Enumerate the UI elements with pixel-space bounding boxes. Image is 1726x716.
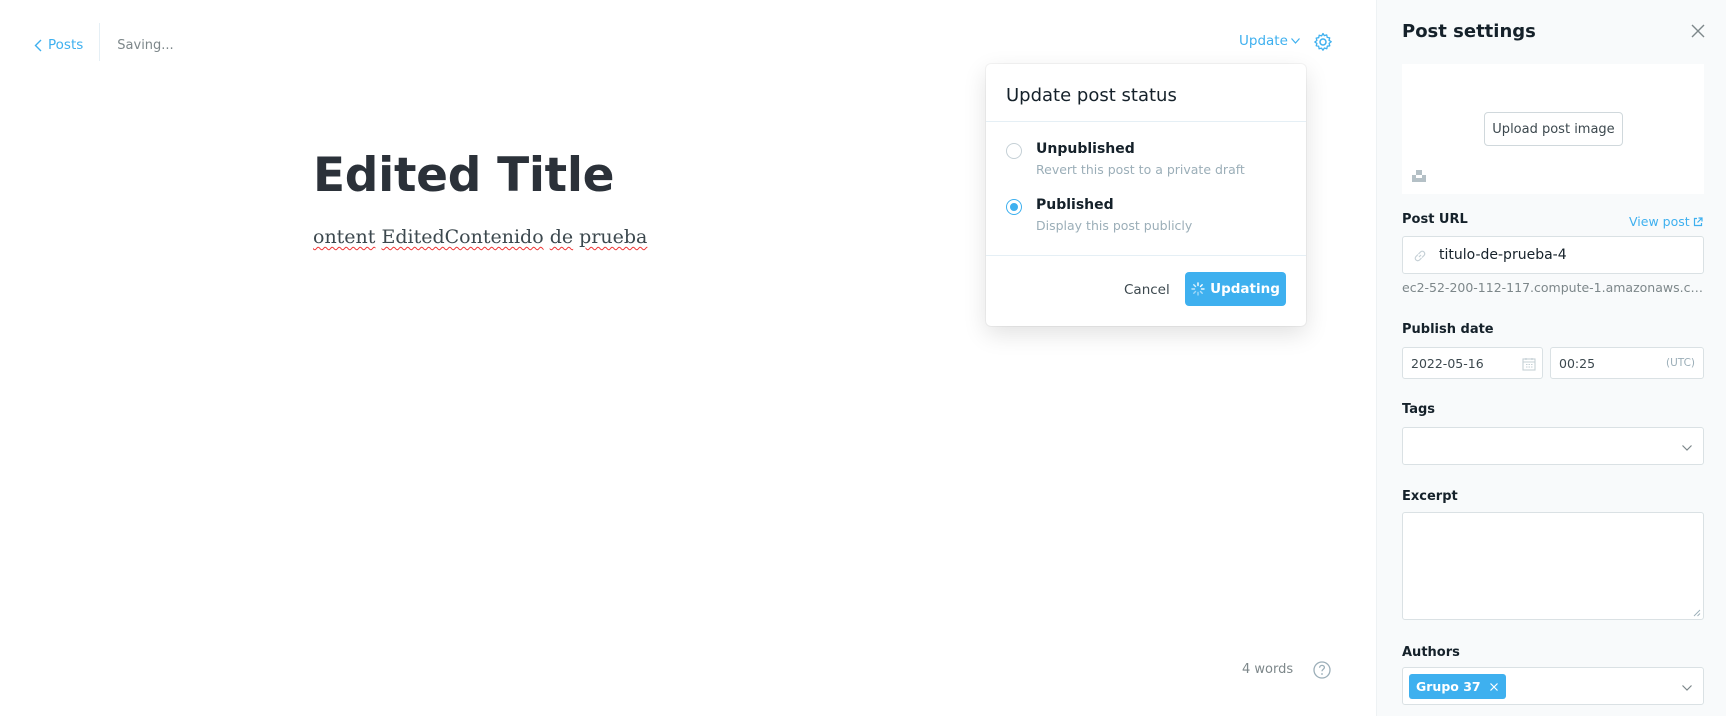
radio-unpublished[interactable] [1006,143,1022,159]
updating-button[interactable]: Updating [1185,272,1286,306]
date-value: 2022-05-16 [1411,356,1484,371]
help-icon[interactable] [1312,660,1332,680]
chevron-down-icon [1290,38,1300,44]
calendar-icon[interactable] [1522,357,1536,371]
dropdown-title: Update post status [986,64,1306,122]
post-settings-panel: Post settings Upload post image Post URL… [1376,0,1726,716]
body-word: EditedContenido [381,226,544,248]
post-image-box: Upload post image [1402,64,1704,194]
timezone-label: (UTC) [1665,357,1695,369]
dropdown-footer: Cancel Updating [986,255,1306,326]
posts-back-link[interactable]: Posts [34,37,99,53]
posts-back-label: Posts [48,37,84,53]
view-post-link[interactable]: View post [1629,214,1703,229]
publish-date-input[interactable]: 2022-05-16 [1402,347,1543,379]
excerpt-label: Excerpt [1402,489,1458,504]
body-word: ontent [313,226,376,248]
update-label: Update [1239,33,1288,49]
option-published[interactable]: Published Display this post publicly [1006,197,1192,233]
authors-label: Authors [1402,645,1460,660]
close-icon[interactable] [1690,23,1706,39]
word-count: 4 words [1242,662,1294,677]
excerpt-textarea[interactable] [1402,512,1704,620]
post-url-slug: titulo-de-prueba-4 [1439,247,1567,263]
spinner-icon [1191,282,1205,296]
time-value: 00:25 [1559,356,1596,371]
radio-published[interactable] [1006,199,1022,215]
post-url-label: Post URL [1402,212,1468,227]
panel-title: Post settings [1402,21,1536,42]
unsplash-icon[interactable] [1412,169,1426,183]
post-title[interactable]: Edited Title [313,148,615,203]
option-description: Display this post publicly [1036,218,1193,233]
link-icon [1414,250,1426,262]
author-name: Grupo 37 [1416,679,1481,694]
option-label: Published [1036,197,1114,213]
post-url-preview: ec2-52-200-112-117.compute-1.amazonaws.c… [1402,280,1704,295]
chevron-down-icon [1682,445,1692,451]
body-word: de [549,226,574,248]
publish-date-label: Publish date [1402,322,1494,337]
view-post-label: View post [1629,214,1690,229]
publish-time-input[interactable]: 00:25 (UTC) [1550,347,1704,379]
remove-author-icon[interactable] [1489,682,1499,692]
option-unpublished[interactable]: Unpublished Revert this post to a privat… [1006,141,1245,177]
option-description: Revert this post to a private draft [1036,162,1245,177]
tags-select[interactable] [1402,427,1704,465]
cancel-button[interactable]: Cancel [1124,282,1170,298]
authors-select[interactable]: Grupo 37 [1402,667,1704,705]
upload-image-button[interactable]: Upload post image [1484,112,1623,146]
update-button[interactable]: Update [1239,33,1300,49]
editor-topbar: Posts Saving... [34,23,174,61]
author-chip: Grupo 37 [1409,674,1506,699]
save-status: Saving... [117,37,174,53]
gear-icon[interactable] [1313,32,1333,52]
post-url-input[interactable]: titulo-de-prueba-4 [1402,236,1704,274]
post-status-dropdown: Update post status Unpublished Revert th… [986,64,1306,326]
editor-area: Posts Saving... Update Edited Title onte… [0,0,1376,716]
chevron-left-icon [34,39,42,51]
body-word: prueba [579,226,648,248]
chevron-down-icon [1682,685,1692,691]
option-label: Unpublished [1036,141,1135,157]
external-link-icon [1693,216,1703,226]
tags-label: Tags [1402,402,1436,417]
updating-label: Updating [1210,281,1280,297]
post-body[interactable]: ontent EditedContenido de prueba [313,226,647,248]
resize-grip-icon[interactable] [1693,609,1701,617]
